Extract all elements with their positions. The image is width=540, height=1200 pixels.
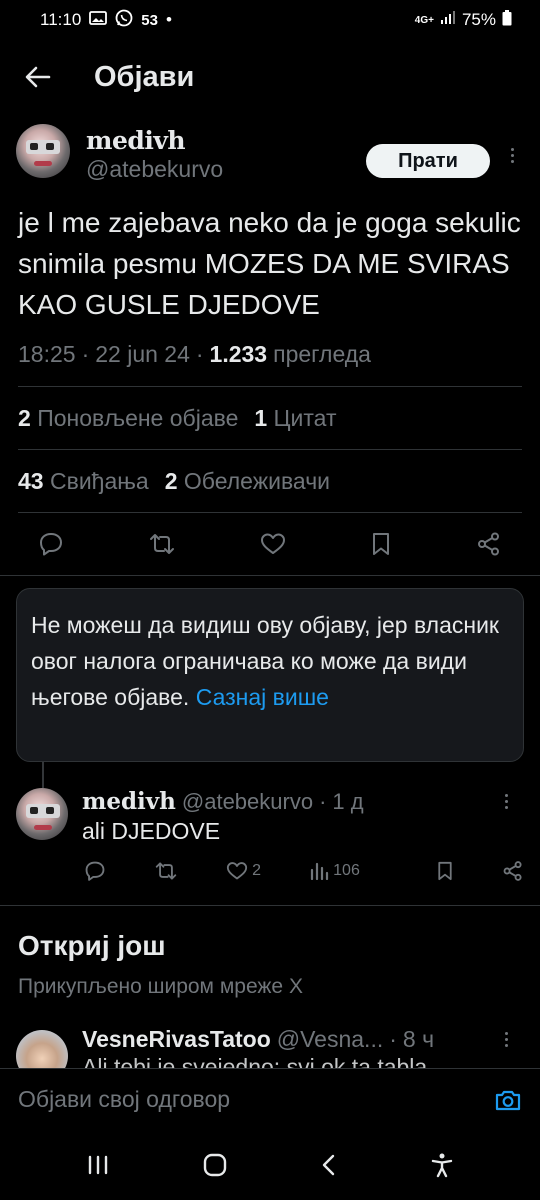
battery-icon: [502, 9, 512, 31]
bookmark-icon: [438, 861, 452, 881]
reply-like-button[interactable]: 2: [226, 861, 261, 881]
gallery-icon: [89, 10, 108, 31]
reply-repost-button[interactable]: [154, 860, 178, 882]
likes-count: 43: [18, 467, 44, 494]
more-options-icon[interactable]: [500, 148, 524, 163]
rec-age: 8 ч: [402, 1026, 435, 1052]
bar-chart-icon: [311, 862, 329, 880]
rec-text: Ali tebi je svejedno: svi ok ta tabla...: [82, 1054, 447, 1068]
more-options-icon[interactable]: [494, 1032, 518, 1047]
whatsapp-icon: [115, 9, 133, 32]
repost-icon: [155, 862, 177, 880]
page-title: Објави: [94, 60, 195, 93]
status-bar: 11:10 53 • 4G+ 75%: [0, 0, 540, 40]
recommended-post[interactable]: VesneRivasTatoo @Vesna... · 8 ч Ali tebi…: [0, 1026, 540, 1068]
reply-compose-bar[interactable]: Објави свој одговор: [0, 1068, 540, 1130]
reply-input[interactable]: Објави свој одговор: [18, 1086, 230, 1113]
notification-count: 53: [141, 11, 158, 29]
reply-icon: [85, 861, 105, 881]
reply-views-count: 106: [333, 862, 360, 879]
reposts-label: Поновљене објаве: [37, 404, 239, 431]
system-nav-bar: [0, 1130, 540, 1200]
reposts-stat[interactable]: 2 Поновљене објаве: [18, 405, 238, 432]
quotes-count: 1: [254, 404, 268, 431]
share-icon: [503, 861, 522, 881]
home-icon[interactable]: [202, 1152, 228, 1178]
reply-bookmark-button[interactable]: [436, 860, 454, 882]
thread-connector: [42, 762, 44, 788]
bookmarks-label: Обележивачи: [183, 467, 331, 494]
reply-views-button[interactable]: 106: [309, 862, 360, 880]
meta-dot: ·: [389, 1026, 397, 1052]
post-text: je l me zajebava neko da je goga sekulic…: [18, 207, 521, 320]
reply-action-bar: 2 106: [84, 860, 524, 882]
reply-text: ali DJEDOVE: [82, 818, 221, 844]
nav-back-icon[interactable]: [320, 1153, 338, 1177]
rec-display-name[interactable]: VesneRivasTatoo: [82, 1026, 271, 1053]
avatar[interactable]: [16, 788, 68, 840]
post-time: 18:25: [18, 341, 76, 367]
quotes-label: Цитат: [273, 404, 337, 431]
discover-subtitle: Прикупљено широм мреже X: [18, 975, 303, 998]
avatar[interactable]: [16, 1030, 68, 1068]
battery-label: 75%: [461, 10, 496, 29]
signal-icon: [440, 10, 456, 30]
reply-share-button[interactable]: [502, 860, 524, 882]
likes-label: Свиђања: [49, 467, 149, 494]
divider: [0, 905, 540, 906]
author-handle[interactable]: @atebekurvo: [86, 154, 223, 184]
bookmarks-stat[interactable]: 2 Обележивачи: [165, 468, 330, 495]
reply-icon[interactable]: [38, 531, 64, 557]
restricted-post-notice: Не можеш да видиш ову објаву, јер власни…: [16, 588, 524, 762]
arrow-left-icon: [25, 66, 51, 88]
reposts-count: 2: [18, 404, 31, 431]
reply-likes-count: 2: [252, 862, 262, 879]
avatar[interactable]: [16, 124, 70, 178]
accessibility-icon[interactable]: [430, 1152, 454, 1178]
post-date: 22 jun 24: [95, 341, 190, 367]
more-options-icon[interactable]: [494, 794, 518, 809]
views-label: прегледа: [273, 341, 371, 367]
quotes-stat[interactable]: 1 Цитат: [254, 405, 336, 432]
meta-dot: ·: [319, 789, 327, 814]
main-post: medivh @atebekurvo Прати je l me zajebav…: [0, 112, 540, 576]
reply-age: 1 д: [332, 789, 364, 814]
post-action-bar: [0, 513, 540, 575]
like-stats-row: 43 Свиђања 2 Обележивачи: [0, 450, 540, 512]
post-author-row: medivh @atebekurvo Прати: [0, 112, 540, 184]
reply-reply-button[interactable]: [84, 860, 106, 882]
reply-handle[interactable]: @atebekurvo: [182, 789, 313, 815]
likes-stat[interactable]: 43 Свиђања: [18, 468, 149, 495]
follow-button[interactable]: Прати: [366, 144, 490, 178]
share-icon[interactable]: [476, 531, 502, 557]
heart-icon[interactable]: [260, 532, 286, 556]
meta-dot: ·: [195, 341, 204, 367]
status-time: 11:10: [40, 10, 82, 29]
top-bar: Објави: [0, 44, 540, 110]
recent-apps-icon[interactable]: [86, 1154, 110, 1176]
post-meta: 18:25 · 22 jun 24 · 1.233 прегледа: [0, 341, 540, 368]
status-dot: •: [165, 10, 172, 29]
views-count[interactable]: 1.233: [210, 341, 268, 368]
meta-dot: ·: [81, 341, 90, 367]
discover-title: Откриј још: [18, 930, 166, 961]
network-label: 4G+: [414, 14, 434, 26]
bookmarks-count: 2: [164, 467, 178, 494]
camera-icon[interactable]: [494, 1088, 522, 1112]
author-display-name[interactable]: medivh: [86, 128, 223, 154]
bookmark-icon[interactable]: [370, 531, 392, 557]
heart-icon: [227, 862, 248, 880]
learn-more-link[interactable]: Сазнај више: [196, 684, 329, 710]
repost-icon[interactable]: [148, 531, 176, 557]
repost-stats-row: 2 Поновљене објаве 1 Цитат: [0, 387, 540, 449]
back-button[interactable]: [18, 57, 58, 97]
rec-handle[interactable]: @Vesna...: [277, 1026, 383, 1053]
reply-display-name[interactable]: medivh: [82, 788, 176, 815]
